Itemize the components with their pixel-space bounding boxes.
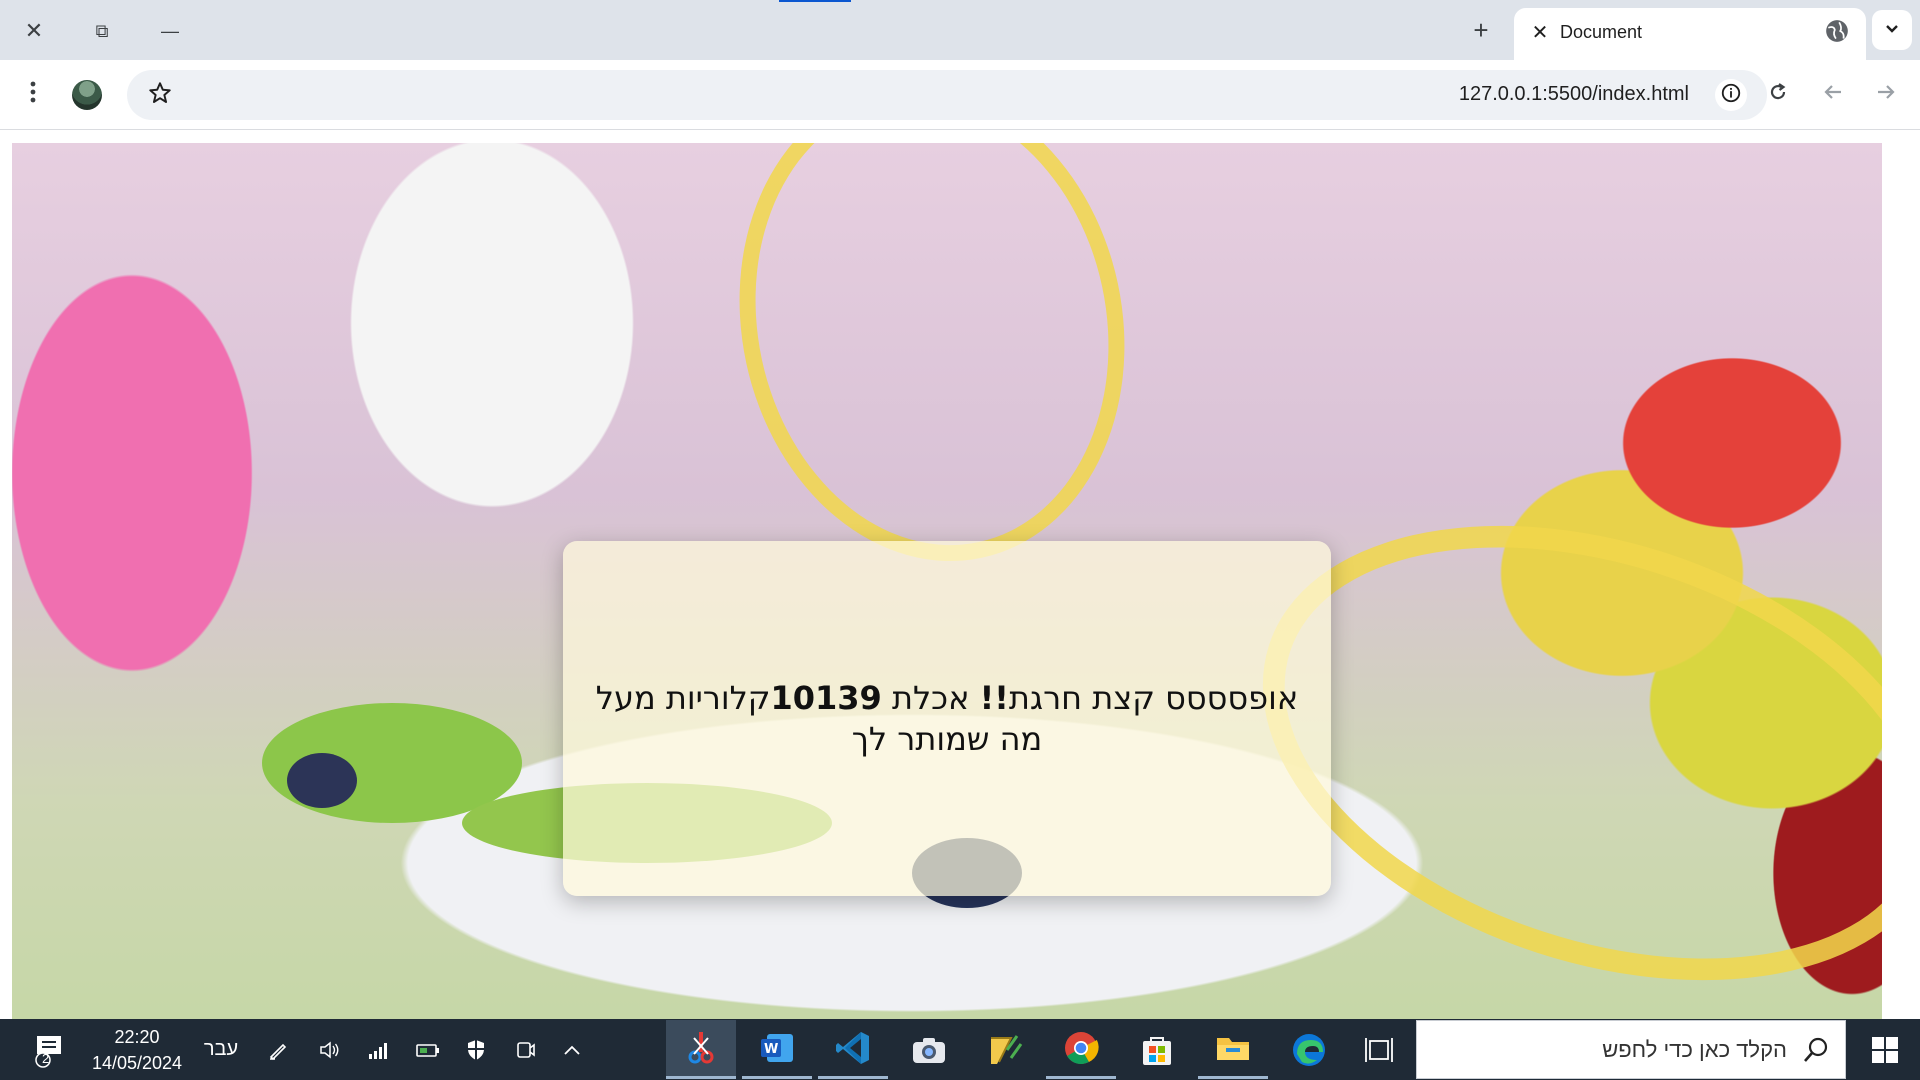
alert-text-part2: אכלת — [881, 678, 980, 717]
tab-search-button[interactable] — [1872, 10, 1912, 50]
taskbar-app-word[interactable]: W — [742, 1020, 812, 1079]
over-limit-alert: אופסססס קצת חרגת!! אכלת 10139קלוריות מעל… — [563, 541, 1331, 896]
reload-button[interactable] — [1756, 72, 1800, 116]
tab-title: Document — [1560, 22, 1643, 42]
tab-document[interactable]: ✕ Document — [1514, 8, 1866, 60]
avatar[interactable] — [72, 80, 102, 110]
new-tab-button[interactable]: + — [1462, 12, 1500, 48]
minimize-icon: — — [161, 20, 179, 41]
menu-button[interactable] — [11, 72, 55, 116]
meet-now-icon[interactable] — [503, 1019, 547, 1080]
alert-exclamation: !! — [979, 678, 1009, 717]
windows-logo-icon — [1872, 1036, 1898, 1063]
minimize-window-button[interactable]: — — [150, 14, 190, 48]
notification-count: 2 — [42, 1051, 50, 1066]
task-view-icon — [1365, 1037, 1393, 1062]
taskbar-app-7zip[interactable] — [970, 1020, 1040, 1079]
plus-icon: + — [1473, 14, 1489, 45]
volume-icon[interactable] — [308, 1019, 352, 1080]
globe-icon — [1824, 18, 1850, 44]
blueberry-decoration-2 — [287, 753, 357, 808]
camera-icon — [913, 1037, 945, 1063]
taskbar-app-file-explorer[interactable] — [1198, 1020, 1268, 1079]
word-icon: W — [761, 1034, 793, 1062]
taskbar-app-camera[interactable] — [894, 1020, 964, 1079]
edge-icon — [1293, 1033, 1325, 1066]
tab-strip: ✕ ⧉ — + ✕ Document — [0, 0, 1920, 60]
calories-count: 10139 — [770, 678, 882, 717]
folder-icon — [1217, 1038, 1249, 1060]
search-placeholder: הקלד כאן כדי לחפש — [1602, 1037, 1787, 1062]
address-bar[interactable]: 127.0.0.1:5500/index.html — [127, 70, 1767, 120]
cellular-signal-icon[interactable] — [356, 1019, 400, 1080]
start-button[interactable] — [1850, 1019, 1920, 1080]
info-icon — [1720, 82, 1742, 109]
back-button[interactable] — [1811, 72, 1855, 116]
restore-icon: ⧉ — [95, 20, 109, 41]
reload-icon — [1766, 80, 1790, 109]
page-viewport: אופסססס קצת חרגת!! אכלת 10139קלוריות מעל… — [0, 131, 1920, 1019]
forward-button[interactable] — [1864, 72, 1908, 116]
svg-text:W: W — [764, 1042, 778, 1057]
close-icon: ✕ — [1531, 21, 1549, 44]
taskbar-app-task-view[interactable] — [1344, 1020, 1414, 1079]
chevron-down-icon — [1884, 20, 1900, 41]
show-hidden-icons-button[interactable] — [550, 1019, 594, 1080]
pen-icon[interactable] — [256, 1019, 300, 1080]
bookmark-star-button[interactable] — [145, 80, 175, 110]
restore-window-button[interactable]: ⧉ — [82, 14, 122, 48]
url-text[interactable]: 127.0.0.1:5500/index.html — [1459, 83, 1689, 106]
back-icon — [1821, 80, 1845, 109]
taskbar-search-box[interactable]: הקלד כאן כדי לחפש — [1416, 1020, 1846, 1079]
clock-date: 14/05/2024 — [91, 1052, 183, 1073]
battery-icon[interactable] — [406, 1019, 450, 1080]
forward-icon — [1874, 80, 1898, 109]
more-vert-icon — [29, 80, 37, 109]
alert-text-part1: אופסססס קצת חרגת — [1008, 678, 1299, 717]
taskbar-app-vscode[interactable] — [818, 1020, 888, 1079]
loading-indicator — [779, 0, 851, 2]
chrome-icon — [1065, 1032, 1099, 1065]
chevron-up-icon — [564, 1045, 580, 1055]
tab-close-button[interactable]: ✕ — [1526, 18, 1554, 46]
search-icon — [1801, 1035, 1831, 1065]
archive-icon — [991, 1034, 1023, 1064]
taskbar-app-edge[interactable] — [1274, 1020, 1344, 1079]
site-info-button[interactable] — [1715, 79, 1747, 111]
vscode-icon — [836, 1032, 869, 1064]
clock[interactable]: 22:20 14/05/2024 — [80, 1019, 194, 1080]
language-indicator[interactable]: עבר — [198, 1019, 244, 1080]
scissors-icon — [688, 1032, 714, 1064]
taskbar-app-chrome[interactable] — [1046, 1020, 1116, 1079]
measuring-tape-decoration — [696, 143, 1168, 598]
taskbar-app-store[interactable] — [1122, 1020, 1192, 1079]
clock-time: 22:20 — [114, 1026, 160, 1047]
security-shield-icon[interactable] — [454, 1019, 498, 1080]
store-icon — [1143, 1036, 1171, 1065]
close-icon: ✕ — [24, 18, 44, 43]
notifications-button[interactable]: 2 — [24, 1019, 74, 1080]
alert-message: אופסססס קצת חרגת!! אכלת 10139קלוריות מעל… — [585, 678, 1309, 760]
close-window-button[interactable]: ✕ — [14, 14, 54, 48]
taskbar-app-snipping-tool[interactable] — [666, 1020, 736, 1079]
star-icon — [147, 80, 173, 111]
browser-toolbar: 127.0.0.1:5500/index.html — [0, 60, 1920, 130]
